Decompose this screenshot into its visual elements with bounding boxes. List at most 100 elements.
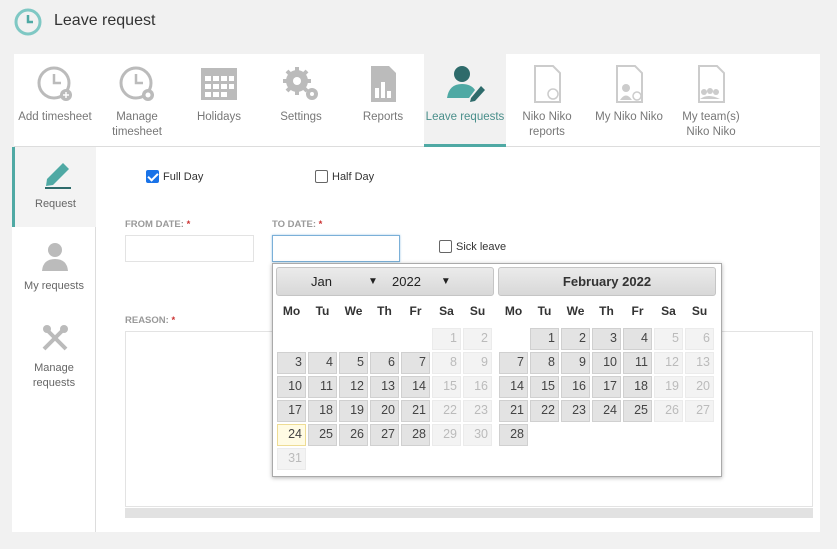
datepicker-month-feb: February 2022 Mo Tu We Th Fr Sa Su 1 2 3 4 5 6 7 8 9 10… [498,267,716,447]
sidebar-item-request[interactable]: Request [12,147,96,227]
empty-day-cell [401,328,430,350]
day-cell[interactable]: 14 [499,376,528,398]
from-date-label: FROM DATE: * [125,219,191,230]
nav-my-niko-niko[interactable]: My Niko Niko [588,54,670,147]
month-select[interactable]: Jan ▼ [311,268,378,295]
sidebar-item-manage-requests[interactable]: Manage requests [12,311,96,401]
day-cell[interactable]: 11 [623,352,652,374]
clock-icon [14,8,42,36]
day-cell: 1 [432,328,461,350]
day-cell[interactable]: 23 [561,400,590,422]
day-cell[interactable]: 8 [530,352,559,374]
day-cell[interactable]: 18 [308,400,337,422]
day-cell[interactable]: 4 [308,352,337,374]
to-date-input[interactable] [272,235,400,262]
day-cell[interactable]: 25 [623,400,652,422]
weekday-label: Th [599,304,614,318]
day-cell[interactable]: 16 [561,376,590,398]
day-cell[interactable]: 24 [277,424,306,446]
report-chart-icon [371,66,396,102]
user-doc-icon [616,65,643,103]
day-cell[interactable]: 3 [592,328,621,350]
weekday-label: We [566,304,585,318]
day-cell: 13 [685,352,714,374]
clock-gear-icon [119,66,154,101]
day-cell[interactable]: 11 [308,376,337,398]
day-cell[interactable]: 3 [277,352,306,374]
main-nav: Add timesheet Manage timesheet Holidays … [14,54,820,147]
calendar-icon [201,68,237,100]
empty-day-cell [339,328,368,350]
nav-niko-niko-reports[interactable]: Niko Niko reports [506,54,588,147]
day-cell[interactable]: 17 [277,400,306,422]
days-grid-feb: 1 2 3 4 5 6 7 8 9 10 11 12 13 14 15 16 17 18 19 20 21 22 23 24 2… [498,327,716,447]
weekday-label: Mo [504,304,523,318]
year-select[interactable]: 2022 ▼ [392,268,451,295]
datepicker-header-jan: Jan ▼ 2022 ▼ [276,267,494,296]
day-cell[interactable]: 28 [401,424,430,446]
day-cell[interactable]: 7 [401,352,430,374]
day-cell[interactable]: 5 [339,352,368,374]
day-cell[interactable]: 9 [561,352,590,374]
nav-settings[interactable]: Settings [260,54,342,147]
day-cell: 27 [685,400,714,422]
from-date-input[interactable] [125,235,254,262]
nav-reports[interactable]: Reports [342,54,424,147]
day-cell[interactable]: 13 [370,376,399,398]
nav-add-timesheet[interactable]: Add timesheet [14,54,96,147]
day-cell[interactable]: 1 [530,328,559,350]
day-cell[interactable]: 20 [370,400,399,422]
weekday-label: Su [469,304,486,318]
empty-day-cell [370,328,399,350]
day-cell[interactable]: 6 [370,352,399,374]
day-cell: 8 [432,352,461,374]
sidebar-item-my-requests[interactable]: My requests [12,229,96,309]
empty-day-cell [499,328,528,350]
day-cell[interactable]: 7 [499,352,528,374]
day-cell[interactable]: 4 [623,328,652,350]
day-cell[interactable]: 12 [339,376,368,398]
day-cell[interactable]: 22 [530,400,559,422]
day-cell[interactable]: 2 [561,328,590,350]
day-cell[interactable]: 21 [499,400,528,422]
day-cell[interactable]: 10 [592,352,621,374]
weekday-label: Fr [409,304,422,318]
day-cell[interactable]: 25 [308,424,337,446]
weekday-row: Mo Tu We Th Fr Sa Su [276,304,494,324]
day-cell: 26 [654,400,683,422]
weekday-label: Fr [631,304,644,318]
empty-day-cell [308,328,337,350]
full-day-checkbox[interactable]: Full Day [146,170,203,183]
user-icon [42,243,68,271]
day-cell[interactable]: 19 [339,400,368,422]
sick-leave-checkbox-box[interactable] [439,240,452,253]
half-day-checkbox-box[interactable] [315,170,328,183]
day-cell[interactable]: 28 [499,424,528,446]
tools-icon [42,325,68,351]
sick-leave-checkbox[interactable]: Sick leave [439,240,506,253]
datepicker-header-feb: February 2022 [498,267,716,296]
full-day-checkbox-box[interactable] [146,170,159,183]
nav-team-niko-niko[interactable]: My team(s) Niko Niko [670,54,752,147]
nav-holidays[interactable]: Holidays [178,54,260,147]
day-cell: 20 [685,376,714,398]
day-cell[interactable]: 26 [339,424,368,446]
to-date-label: TO DATE: * [272,219,323,230]
nav-leave-requests[interactable]: Leave requests [424,54,506,147]
day-cell[interactable]: 10 [277,376,306,398]
day-cell[interactable]: 24 [592,400,621,422]
day-cell[interactable]: 17 [592,376,621,398]
day-cell: 5 [654,328,683,350]
day-cell[interactable]: 21 [401,400,430,422]
day-cell: 23 [463,400,492,422]
half-day-checkbox[interactable]: Half Day [315,170,374,183]
sidebar: Request My requests Manage requests [12,147,96,532]
day-cell[interactable]: 14 [401,376,430,398]
day-cell[interactable]: 15 [530,376,559,398]
weekday-label: Tu [315,304,330,318]
day-cell[interactable]: 18 [623,376,652,398]
nav-manage-timesheet[interactable]: Manage timesheet [96,54,178,147]
top-bar: Leave request [0,0,837,46]
day-cell[interactable]: 27 [370,424,399,446]
day-cell: 29 [432,424,461,446]
